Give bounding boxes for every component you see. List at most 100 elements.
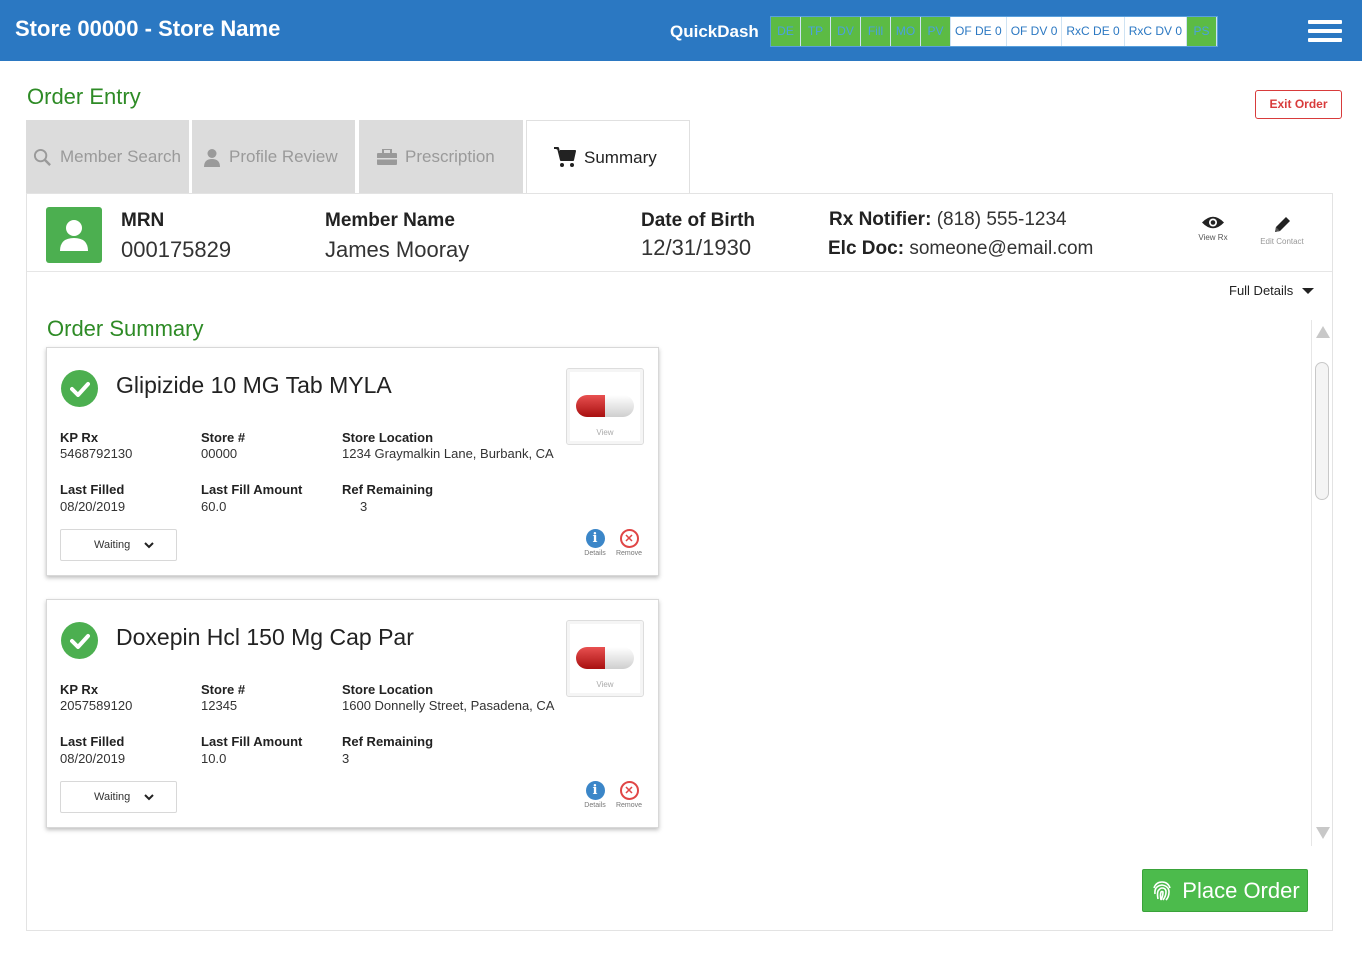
status-dropdown[interactable]: Waiting xyxy=(60,529,177,561)
last-filled-label: Last Filled xyxy=(60,734,125,749)
rx-name: Glipizide 10 MG Tab MYLA xyxy=(116,372,392,398)
scroll-up-arrow-icon[interactable] xyxy=(1316,326,1330,338)
remove-icon: ✕ xyxy=(619,781,639,800)
ref-remaining-label: Ref Remaining xyxy=(342,734,434,749)
pill-icon xyxy=(576,395,634,417)
tab-profile-review[interactable]: Profile Review xyxy=(192,120,355,194)
store-location-value: 1234 Graymalkin Lane, Burbank, CA xyxy=(342,446,554,461)
quickdash-item-rxc-de[interactable]: RxC DE 0 xyxy=(1062,17,1125,46)
store-location-value: 1600 Donnelly Street, Pasadena, CA xyxy=(342,698,555,713)
rx-name: Doxepin Hcl 150 Mg Cap Par xyxy=(116,624,414,650)
chevron-down-icon xyxy=(144,793,154,800)
tab-label: Summary xyxy=(584,147,657,167)
tab-prescription[interactable]: Prescription xyxy=(359,120,523,194)
person-icon xyxy=(60,220,88,251)
scroll-down-arrow-icon[interactable] xyxy=(1316,827,1330,839)
store-title: Store 00000 - Store Name xyxy=(15,16,281,41)
place-order-button[interactable]: Place Order xyxy=(1142,869,1308,912)
rx-card: Doxepin Hcl 150 Mg Cap Par View KP Rx 20… xyxy=(46,599,659,828)
status-value: Waiting xyxy=(94,539,131,551)
view-rx-button[interactable]: View Rx xyxy=(1188,214,1238,242)
quickdash-item-of-dv[interactable]: OF DV 0 xyxy=(1006,17,1063,46)
rx-notifier: Rx Notifier: (818) 555-1234 xyxy=(829,209,1067,231)
eye-icon xyxy=(1202,216,1224,229)
remove-icon: ✕ xyxy=(619,529,639,548)
store-location-label: Store Location xyxy=(342,430,434,445)
quickdash-label: QuickDash xyxy=(670,22,759,41)
top-bar: Store 00000 - Store Name QuickDash DE TP… xyxy=(0,0,1362,61)
tab-summary[interactable]: Summary xyxy=(526,120,690,194)
last-filled-value: 08/20/2019 xyxy=(60,499,126,514)
last-fill-amount-value: 10.0 xyxy=(201,751,227,766)
store-value: 12345 xyxy=(201,698,238,713)
view-pill-button[interactable]: View xyxy=(566,368,644,445)
full-details-label: Full Details xyxy=(1229,283,1294,298)
mrn-label: MRN xyxy=(121,210,165,231)
mrn-value: 000175829 xyxy=(121,237,232,262)
store-location-label: Store Location xyxy=(342,682,434,697)
rx-notifier-value: (818) 555-1234 xyxy=(936,209,1067,230)
tab-label: Profile Review xyxy=(229,147,338,166)
last-filled-value: 08/20/2019 xyxy=(60,751,126,766)
fingerprint-icon xyxy=(1150,879,1174,903)
quickdash-item-rxc-dv[interactable]: RxC DV 0 xyxy=(1124,17,1188,46)
ref-remaining-value: 3 xyxy=(342,751,350,766)
elc-doc-label: Elc Doc: xyxy=(828,238,905,259)
store-value: 00000 xyxy=(201,446,238,461)
hamburger-icon[interactable] xyxy=(1308,20,1344,44)
kp-rx-label: KP Rx xyxy=(60,430,99,445)
ref-remaining-value: 3 xyxy=(360,499,368,514)
tab-label: Prescription xyxy=(405,147,495,166)
pencil-icon xyxy=(1275,217,1290,232)
store-label: Store # xyxy=(201,430,246,445)
place-order-label: Place Order xyxy=(1182,877,1300,903)
quickdash-item-of-de[interactable]: OF DE 0 xyxy=(951,17,1007,46)
remove-button[interactable]: ✕ Remove xyxy=(612,781,646,809)
rx-notifier-label: Rx Notifier: xyxy=(829,209,932,230)
scroll-thumb[interactable] xyxy=(1315,362,1329,500)
last-fill-amount-label: Last Fill Amount xyxy=(201,734,303,749)
view-rx-label: View Rx xyxy=(1198,233,1228,242)
last-filled-label: Last Filled xyxy=(60,482,125,497)
rx-card: Glipizide 10 MG Tab MYLA View KP Rx 5468… xyxy=(46,347,659,576)
kp-rx-value: 2057589120 xyxy=(60,698,133,713)
exit-order-button[interactable]: Exit Order xyxy=(1255,90,1342,119)
tab-label: Member Search xyxy=(60,147,181,166)
quickdash-item-mo[interactable]: MO xyxy=(891,17,921,46)
quickdash-item-pv[interactable]: PV xyxy=(921,17,951,46)
pill-view-label: View xyxy=(596,680,614,689)
full-details-dropdown[interactable]: Full Details xyxy=(1229,283,1315,298)
edit-contact-button[interactable]: Edit Contact xyxy=(1257,215,1307,246)
page-title: Order Entry xyxy=(27,84,141,109)
status-dropdown[interactable]: Waiting xyxy=(60,781,177,813)
details-button[interactable]: i Details xyxy=(578,529,612,557)
check-circle-icon xyxy=(61,370,98,407)
elc-doc: Elc Doc: someone@email.com xyxy=(828,238,1093,260)
tab-member-search[interactable]: Member Search xyxy=(26,120,189,194)
quickdash-item-ps[interactable]: PS xyxy=(1187,17,1218,46)
scrollbar[interactable] xyxy=(1311,320,1333,846)
remove-label: Remove xyxy=(615,802,643,809)
member-info-row: MRN 000175829 Member Name James Mooray D… xyxy=(27,194,1332,272)
remove-button[interactable]: ✕ Remove xyxy=(612,529,646,557)
quickdash-item-dv[interactable]: DV xyxy=(831,17,861,46)
check-circle-icon xyxy=(61,622,98,659)
info-icon: i xyxy=(585,529,605,548)
kp-rx-label: KP Rx xyxy=(60,682,99,697)
quickdash-item-de[interactable]: DE xyxy=(771,17,801,46)
remove-label: Remove xyxy=(615,550,643,557)
pill-view-label: View xyxy=(596,428,614,437)
search-icon xyxy=(33,148,52,167)
kp-rx-value: 5468792130 xyxy=(60,446,133,461)
details-label: Details xyxy=(584,550,606,557)
elc-doc-value: someone@email.com xyxy=(909,238,1094,259)
order-summary-title: Order Summary xyxy=(47,316,204,341)
cart-icon xyxy=(554,147,576,168)
quickdash-item-fill[interactable]: Fill xyxy=(861,17,891,46)
view-pill-button[interactable]: View xyxy=(566,620,644,697)
member-name-value: James Mooray xyxy=(325,237,470,262)
info-icon: i xyxy=(585,781,605,800)
quickdash-item-tp[interactable]: TP xyxy=(801,17,831,46)
last-fill-amount-label: Last Fill Amount xyxy=(201,482,303,497)
details-button[interactable]: i Details xyxy=(578,781,612,809)
